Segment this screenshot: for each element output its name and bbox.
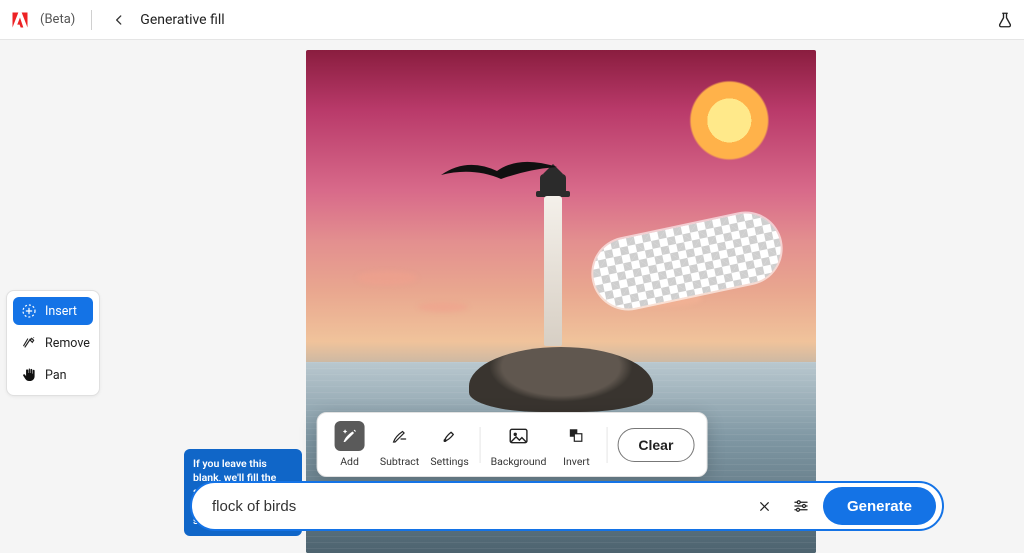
toolbar-background[interactable]: Background <box>491 421 547 468</box>
toolbar-settings[interactable]: Settings <box>430 421 470 468</box>
tool-insert[interactable]: Insert <box>13 297 93 325</box>
pan-icon <box>21 367 37 383</box>
background-icon <box>503 421 533 451</box>
settings-brush-icon <box>435 421 465 451</box>
lighthouse <box>544 196 562 346</box>
toolbar-subtract[interactable]: Subtract <box>380 421 420 468</box>
adobe-logo-icon <box>10 10 30 30</box>
header-left: (Beta) Generative fill <box>10 9 225 31</box>
add-brush-icon <box>335 421 365 451</box>
toolbar-divider <box>480 427 481 463</box>
header-divider <box>91 10 92 30</box>
tool-panel: Insert Remove Pan <box>6 290 100 396</box>
selection-toolbar: Add Subtract Settings Background Invert <box>317 412 708 477</box>
tool-remove-label: Remove <box>45 336 90 351</box>
toolbar-add[interactable]: Add <box>330 421 370 468</box>
toolbar-subtract-label: Subtract <box>380 455 419 468</box>
bird-silhouette <box>439 161 559 185</box>
prompt-settings-button[interactable] <box>787 492 815 520</box>
clear-button[interactable]: Clear <box>617 428 694 462</box>
prompt-input[interactable] <box>212 498 743 515</box>
labs-icon[interactable] <box>996 11 1014 29</box>
back-button[interactable] <box>108 9 130 31</box>
generate-button[interactable]: Generate <box>823 487 936 525</box>
invert-icon <box>561 421 591 451</box>
tool-insert-label: Insert <box>45 304 77 319</box>
insert-icon <box>21 303 37 319</box>
toolbar-invert[interactable]: Invert <box>556 421 596 468</box>
toolbar-divider <box>606 427 607 463</box>
remove-icon <box>21 335 37 351</box>
page-title: Generative fill <box>140 12 224 28</box>
canvas-area: Insert Remove Pan Add Subtract <box>0 40 1024 553</box>
beta-label: (Beta) <box>40 12 75 27</box>
cloud <box>418 302 468 312</box>
tool-pan[interactable]: Pan <box>13 361 93 389</box>
toolbar-settings-label: Settings <box>430 455 468 468</box>
prompt-bar: Generate <box>190 481 944 531</box>
toolbar-invert-label: Invert <box>563 455 590 468</box>
subtract-brush-icon <box>385 421 415 451</box>
toolbar-add-label: Add <box>340 455 359 468</box>
clear-input-button[interactable] <box>751 492 779 520</box>
canvas-image[interactable] <box>306 50 816 553</box>
app-header: (Beta) Generative fill <box>0 0 1024 40</box>
tool-pan-label: Pan <box>45 368 67 383</box>
toolbar-background-label: Background <box>491 455 547 468</box>
tool-remove[interactable]: Remove <box>13 329 93 357</box>
